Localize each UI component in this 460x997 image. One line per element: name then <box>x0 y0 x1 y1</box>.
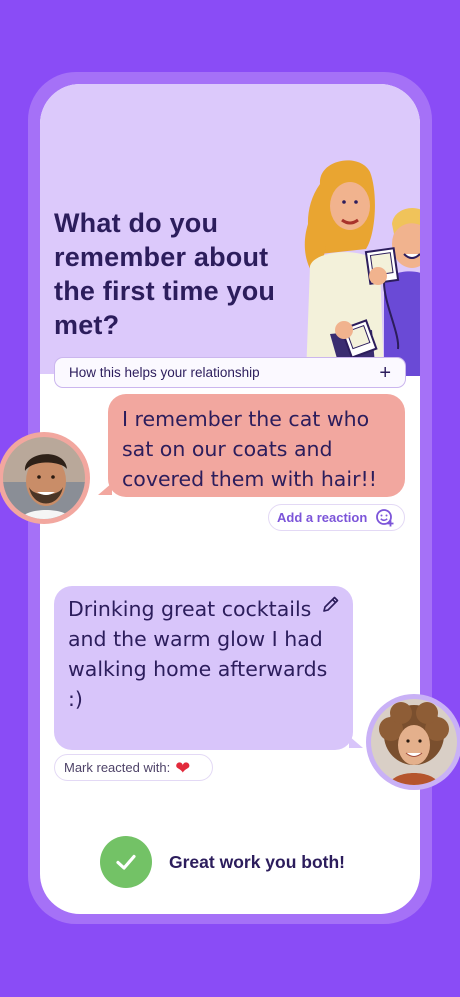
heart-icon: ❤ <box>175 757 191 778</box>
own-message-bubble: Drinking great cocktails and the warm gl… <box>54 586 363 750</box>
user-avatar <box>366 694 460 790</box>
phone-screen: What do you remember about the first tim… <box>40 84 420 914</box>
pencil-icon[interactable] <box>321 594 341 614</box>
partner-message-bubble: I remember the cat who sat on our coats … <box>98 394 405 497</box>
relationship-help-label: How this helps your relationship <box>69 365 260 380</box>
add-reaction-label: Add a reaction <box>277 510 368 525</box>
completion-message: Great work you both! <box>169 851 345 872</box>
couple-illustration <box>304 160 420 376</box>
emoji-add-icon <box>376 508 394 526</box>
reaction-label: Mark reacted with: <box>64 760 171 775</box>
check-circle-icon <box>100 836 152 888</box>
partner-avatar <box>0 432 90 524</box>
add-reaction-button[interactable]: Add a reaction <box>268 504 405 531</box>
prompt-question: What do you remember about the first tim… <box>54 208 276 340</box>
own-message-text: Drinking great cocktails and the warm gl… <box>68 597 328 711</box>
plus-icon[interactable]: + <box>379 363 391 383</box>
completion-footer: Great work you both! <box>100 836 345 888</box>
reaction-indicator: Mark reacted with: ❤ <box>54 754 213 781</box>
relationship-help-toggle[interactable]: How this helps your relationship + <box>54 357 406 388</box>
prompt-header: What do you remember about the first tim… <box>40 84 420 376</box>
